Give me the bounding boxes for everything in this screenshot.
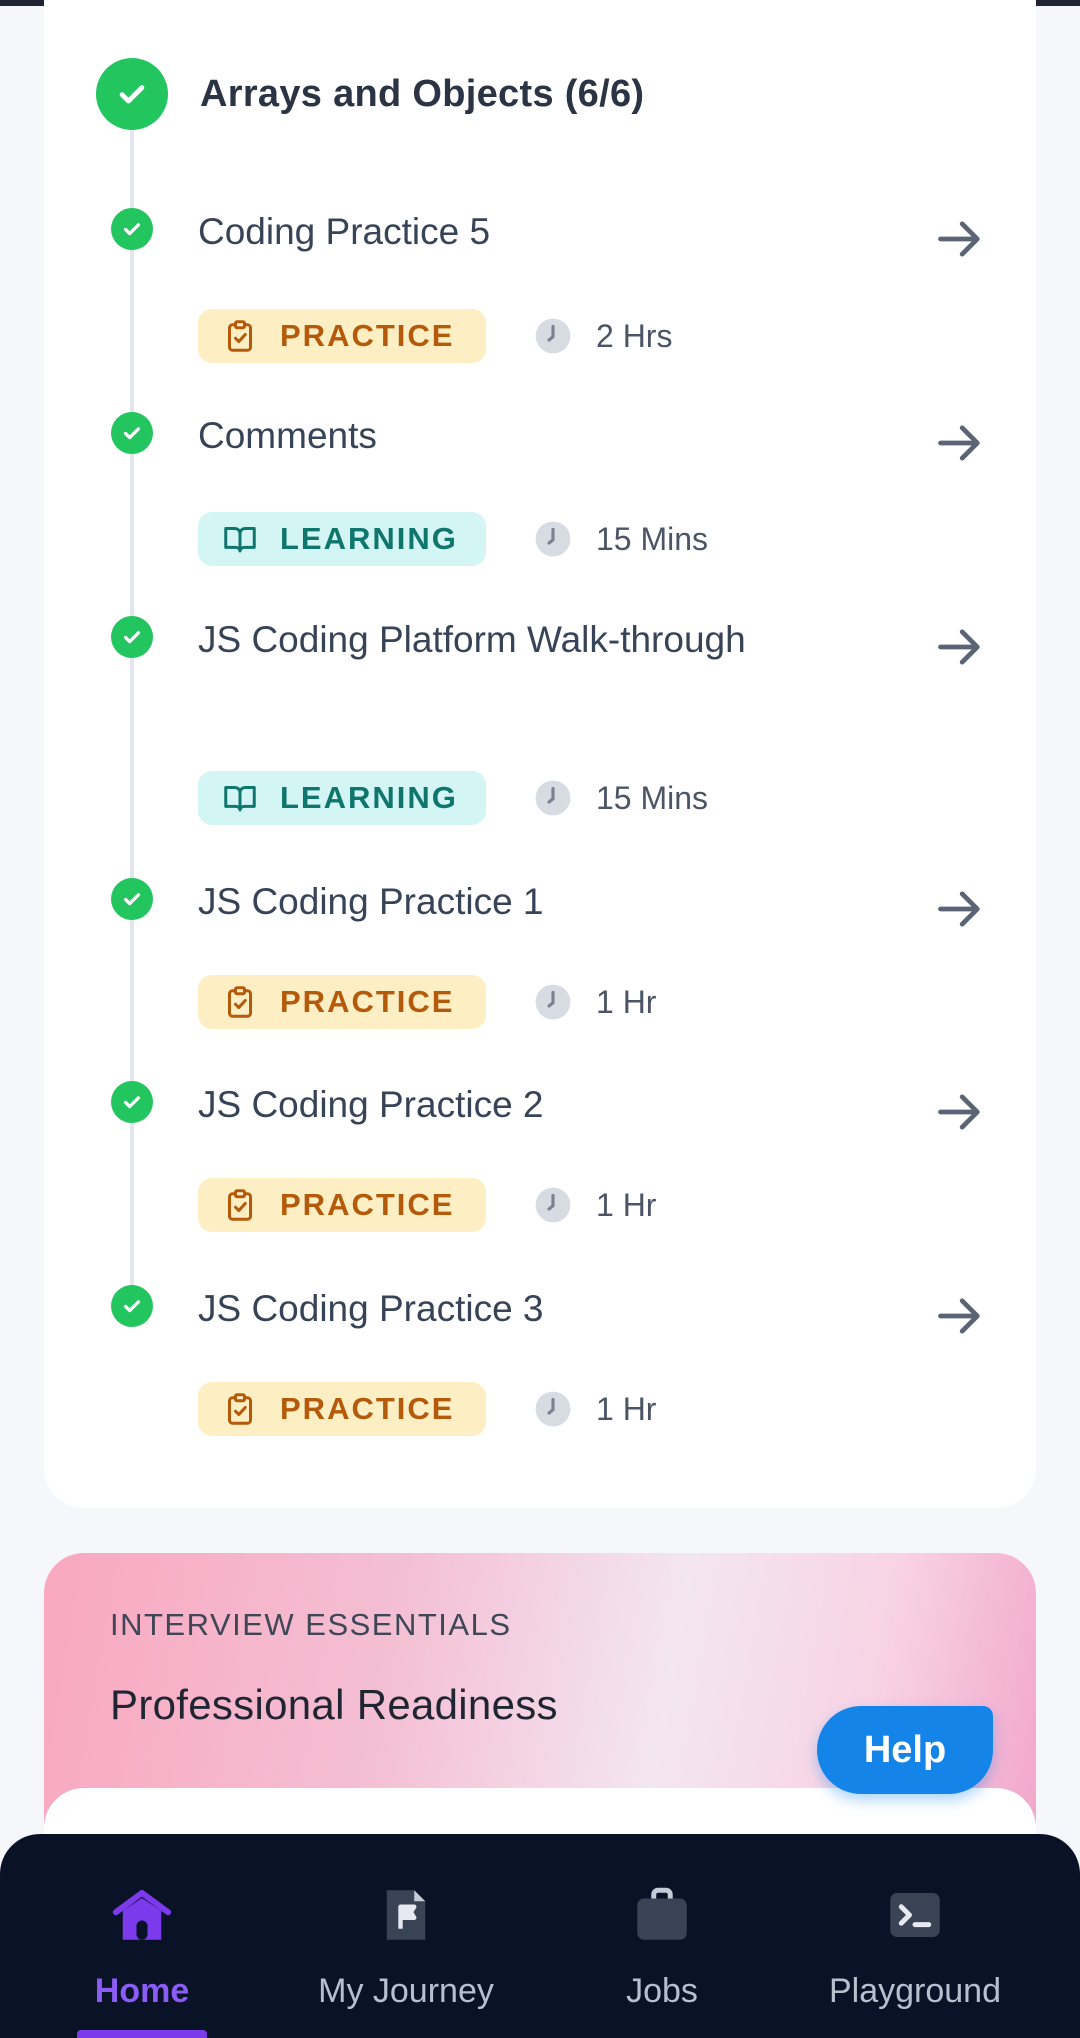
- clipboard-check-icon: [228, 1393, 252, 1425]
- nav-label: Home: [94, 1972, 190, 2010]
- item-title: JS Coding Practice 1: [198, 881, 544, 922]
- arrow-right-icon[interactable]: [934, 213, 986, 265]
- clock-icon: [535, 1187, 571, 1223]
- learning-tag: LEARNING: [198, 771, 486, 825]
- help-button[interactable]: Help: [817, 1706, 993, 1794]
- bottom-navigation: Home My Journey Jobs Playground: [0, 1834, 1080, 2038]
- briefcase-icon: [637, 1887, 687, 1940]
- item-complete-check-icon: [111, 878, 153, 920]
- item-meta: PRACTICE 1 Hr: [198, 975, 656, 1029]
- learning-tag: LEARNING: [198, 512, 486, 566]
- nav-label: Jobs: [626, 1972, 698, 2010]
- tag-label: PRACTICE: [280, 1187, 455, 1222]
- tag-label: PRACTICE: [280, 318, 455, 353]
- active-tab-indicator: [77, 2030, 207, 2038]
- item-complete-check-icon: [111, 412, 153, 454]
- arrow-right-icon[interactable]: [934, 621, 986, 673]
- item-duration: 1 Hr: [596, 1186, 657, 1223]
- nav-playground[interactable]: Playground: [824, 1882, 1006, 2032]
- practice-tag: PRACTICE: [198, 975, 486, 1029]
- item-title: JS Coding Practice 3: [198, 1288, 544, 1329]
- item-title: Comments: [198, 415, 377, 456]
- module-header[interactable]: Arrays and Objects (6/6): [96, 58, 644, 130]
- item-meta: LEARNING 15 Mins: [198, 771, 708, 825]
- item-title: JS Coding Platform Walk-through: [198, 619, 746, 660]
- clipboard-check-icon: [228, 320, 252, 352]
- nav-label: My Journey: [318, 1972, 494, 2010]
- practice-tag: PRACTICE: [198, 309, 486, 363]
- journey-flag-icon: [386, 1890, 426, 1940]
- clock-icon: [535, 780, 571, 816]
- clipboard-check-icon: [228, 1189, 252, 1221]
- clipboard-check-icon: [228, 986, 252, 1018]
- tag-label: LEARNING: [280, 780, 458, 815]
- nav-label: Playground: [828, 1972, 1001, 2010]
- item-duration: 15 Mins: [596, 520, 709, 557]
- tag-label: PRACTICE: [280, 1391, 455, 1426]
- item-complete-check-icon: [111, 208, 153, 250]
- item-duration: 1 Hr: [596, 1390, 657, 1427]
- item-complete-check-icon: [111, 1081, 153, 1123]
- arrow-right-icon[interactable]: [934, 883, 986, 935]
- module-title: Arrays and Objects (6/6): [200, 72, 645, 115]
- item-complete-check-icon: [111, 616, 153, 658]
- module-complete-check-icon: [96, 58, 168, 130]
- item-duration: 15 Mins: [596, 779, 709, 816]
- open-book-icon: [224, 527, 256, 553]
- practice-tag: PRACTICE: [198, 1382, 486, 1436]
- arrow-right-icon[interactable]: [934, 1290, 986, 1342]
- clock-icon: [535, 984, 571, 1020]
- item-duration: 1 Hr: [596, 983, 657, 1020]
- tag-label: LEARNING: [280, 521, 458, 556]
- item-meta: PRACTICE 1 Hr: [198, 1178, 656, 1232]
- section-label: INTERVIEW ESSENTIALS: [110, 1607, 512, 1642]
- item-meta: PRACTICE 1 Hr: [198, 1382, 656, 1436]
- open-book-icon: [224, 786, 256, 812]
- clock-icon: [535, 318, 571, 354]
- home-icon: [112, 1889, 172, 1940]
- terminal-icon: [890, 1893, 940, 1937]
- item-title: Coding Practice 5: [198, 211, 491, 252]
- nav-jobs[interactable]: Jobs: [600, 1882, 724, 2032]
- arrow-right-icon[interactable]: [934, 1086, 986, 1138]
- arrow-right-icon[interactable]: [934, 417, 986, 469]
- clock-icon: [535, 521, 571, 557]
- practice-tag: PRACTICE: [198, 1178, 486, 1232]
- item-duration: 2 Hrs: [596, 317, 673, 354]
- module-card: Arrays and Objects (6/6) Coding Practice…: [44, 0, 1036, 1508]
- clock-icon: [535, 1391, 571, 1427]
- section-title: Professional Readiness: [110, 1681, 558, 1728]
- item-title: JS Coding Practice 2: [198, 1084, 544, 1125]
- item-meta: LEARNING 15 Mins: [198, 512, 708, 566]
- item-meta: PRACTICE 2 Hrs: [198, 309, 672, 363]
- tag-label: PRACTICE: [280, 984, 455, 1019]
- nav-my-journey[interactable]: My Journey: [300, 1882, 512, 2032]
- nav-home[interactable]: Home: [74, 1882, 210, 2032]
- item-complete-check-icon: [111, 1285, 153, 1327]
